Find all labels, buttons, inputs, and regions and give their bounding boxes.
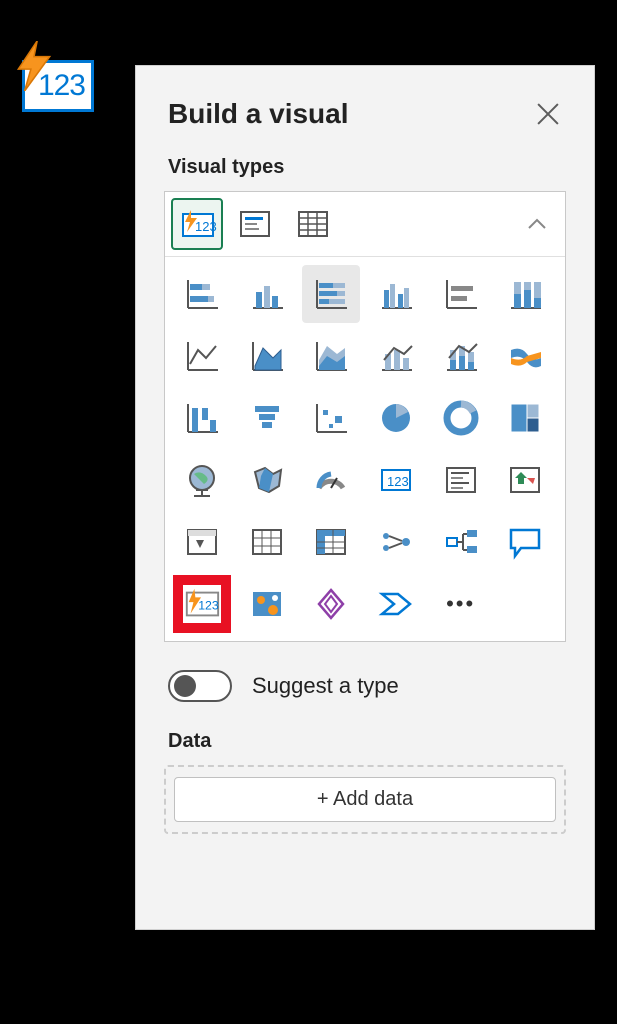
ellipsis-icon: •••	[446, 591, 475, 617]
gauge-icon[interactable]	[302, 451, 360, 509]
visual-grid: 123	[165, 257, 565, 641]
panel-header: Build a visual	[136, 66, 594, 142]
suggest-type-row: Suggest a type	[168, 670, 562, 702]
decomposition-tree-icon[interactable]	[432, 513, 490, 571]
donut-chart-icon[interactable]	[432, 389, 490, 447]
table-visual-icon[interactable]	[287, 198, 339, 250]
data-drop-zone[interactable]: + Add data	[164, 765, 566, 834]
svg-text:123: 123	[195, 219, 217, 234]
visual-types-label: Visual types	[168, 156, 562, 179]
visual-types-box: 123	[164, 191, 566, 642]
chevron-up-icon	[527, 218, 547, 230]
arcgis-map-icon[interactable]	[238, 575, 296, 633]
collapse-caret[interactable]	[515, 202, 559, 246]
stacked-column-icon[interactable]	[432, 265, 490, 323]
add-data-button[interactable]: + Add data	[174, 777, 556, 822]
line-clustered-column-icon[interactable]	[367, 327, 425, 385]
stacked-bar-100-icon[interactable]	[302, 265, 360, 323]
treemap-icon[interactable]	[496, 389, 554, 447]
suggest-type-label: Suggest a type	[252, 673, 399, 699]
multi-row-card-icon[interactable]	[432, 451, 490, 509]
clustered-bar-icon[interactable]	[238, 265, 296, 323]
add-data-label: + Add data	[317, 788, 413, 810]
card-number-icon[interactable]: 123	[367, 451, 425, 509]
powerapps-icon[interactable]	[302, 575, 360, 633]
stacked-bar-icon[interactable]	[173, 265, 231, 323]
area-chart-icon[interactable]	[238, 327, 296, 385]
smart-narrative-visual-icon[interactable]: 123	[173, 575, 231, 633]
close-button[interactable]	[534, 100, 562, 128]
pie-chart-icon[interactable]	[367, 389, 425, 447]
matrix-icon[interactable]	[302, 513, 360, 571]
funnel-icon[interactable]	[238, 389, 296, 447]
scatter-icon[interactable]	[302, 389, 360, 447]
data-section-label: Data	[168, 730, 562, 753]
panel-title: Build a visual	[168, 98, 349, 130]
svg-text:123: 123	[387, 474, 409, 489]
stacked-area-icon[interactable]	[302, 327, 360, 385]
kpi-icon[interactable]	[496, 451, 554, 509]
suggest-type-toggle[interactable]	[168, 670, 232, 702]
smart-narrative-floating-icon: 123	[22, 60, 94, 112]
card-visual-icon[interactable]	[229, 198, 281, 250]
toggle-knob	[174, 675, 196, 697]
line-chart-icon[interactable]	[173, 327, 231, 385]
slicer-icon[interactable]	[173, 513, 231, 571]
smart-narrative-icon[interactable]: 123	[171, 198, 223, 250]
svg-text:123: 123	[198, 599, 219, 613]
stacked-column-100-icon[interactable]	[496, 265, 554, 323]
recommended-visuals-row: 123	[165, 192, 565, 257]
map-icon[interactable]	[173, 451, 231, 509]
ribbon-chart-icon[interactable]	[496, 327, 554, 385]
build-visual-panel: Build a visual Visual types 123	[135, 65, 595, 930]
line-stacked-column-icon[interactable]	[432, 327, 490, 385]
more-visuals-icon[interactable]: •••	[432, 575, 490, 633]
table-icon[interactable]	[238, 513, 296, 571]
lightning-bolt-icon	[15, 41, 53, 91]
power-automate-icon[interactable]	[367, 575, 425, 633]
key-influencers-icon[interactable]	[367, 513, 425, 571]
clustered-column-icon[interactable]	[367, 265, 425, 323]
filled-map-icon[interactable]	[238, 451, 296, 509]
qa-icon[interactable]	[496, 513, 554, 571]
waterfall-icon[interactable]	[173, 389, 231, 447]
